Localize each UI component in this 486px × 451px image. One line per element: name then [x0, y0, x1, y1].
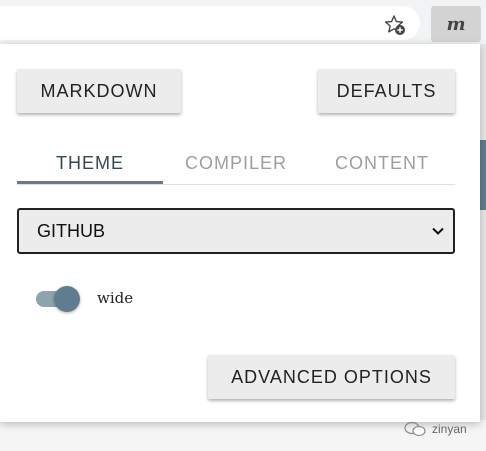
- page-accent-strip: [480, 140, 486, 210]
- tab-theme[interactable]: THEME: [17, 144, 163, 182]
- extension-label: m: [446, 13, 466, 35]
- chevron-down-icon: [432, 227, 444, 235]
- markdown-extension-button[interactable]: m: [431, 6, 481, 42]
- star-add-icon[interactable]: [384, 14, 406, 36]
- watermark: zinyan: [404, 420, 467, 438]
- defaults-button[interactable]: DEFAULTS: [318, 69, 455, 113]
- browser-toolbar: m: [0, 0, 486, 44]
- wechat-icon: [404, 421, 426, 437]
- active-tab-indicator: [17, 181, 163, 184]
- tab-compiler[interactable]: COMPILER: [163, 144, 309, 182]
- advanced-options-button[interactable]: ADVANCED OPTIONS: [208, 355, 455, 399]
- tab-bar: THEME COMPILER CONTENT: [17, 144, 455, 185]
- tab-content[interactable]: CONTENT: [309, 144, 455, 182]
- wide-toggle[interactable]: [36, 286, 80, 312]
- theme-select[interactable]: GITHUB: [17, 208, 455, 254]
- toggle-knob: [54, 286, 80, 312]
- theme-select-value: GITHUB: [37, 220, 106, 241]
- markdown-button[interactable]: MARKDOWN: [17, 69, 181, 113]
- wide-toggle-label: wide: [97, 289, 134, 307]
- extension-popup: MARKDOWN DEFAULTS THEME COMPILER CONTENT…: [0, 44, 480, 422]
- address-bar[interactable]: [0, 6, 420, 40]
- watermark-text: zinyan: [432, 422, 467, 436]
